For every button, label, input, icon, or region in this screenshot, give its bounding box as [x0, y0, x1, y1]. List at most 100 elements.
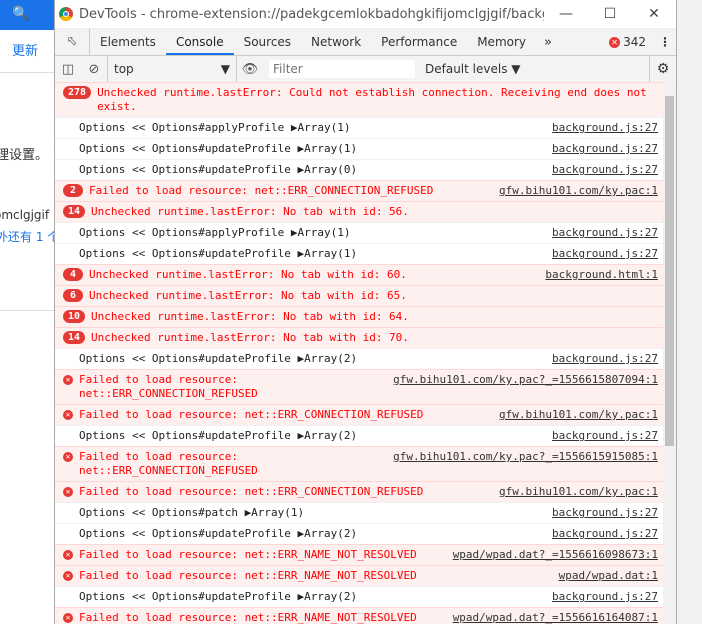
console-scrollbar[interactable] [663, 82, 676, 624]
console-message-text: Unchecked runtime.lastError: No tab with… [91, 205, 409, 218]
tab-console[interactable]: Console [165, 29, 234, 55]
console-error-row[interactable]: ✕ Failed to load resource: net::ERR_CONNE… [55, 446, 664, 481]
source-link[interactable]: background.js:27 [552, 247, 658, 261]
console-message-text: Failed to load resource: net::ERR_CONNEC… [79, 450, 258, 477]
error-icon: ✕ [63, 550, 73, 560]
background-scroll-area [676, 0, 702, 624]
filter-input[interactable] [269, 60, 415, 78]
console-error-row[interactable]: ✕ Failed to load resource: net::ERR_NAME_… [55, 607, 664, 624]
console-message-text: Failed to load resource: net::ERR_CONNEC… [79, 485, 424, 498]
more-tabs-button[interactable]: » [536, 35, 560, 50]
source-link[interactable]: background.js:27 [552, 121, 658, 135]
tab-elements[interactable]: Elements [90, 29, 166, 55]
repeat-count-badge: 278 [63, 86, 92, 99]
source-link[interactable]: wpad/wpad.dat:1 [559, 569, 658, 583]
more-options-icon[interactable]: ⋮ [654, 35, 676, 49]
background-link[interactable]: 外还有 1 个 [0, 228, 59, 245]
sidebar-toggle-icon[interactable]: ◫ [55, 62, 81, 77]
close-button[interactable]: ✕ [632, 6, 676, 22]
source-link[interactable]: wpad/wpad.dat?_=1556616098673:1 [453, 548, 658, 562]
console-message-text: Unchecked runtime.lastError: No tab with… [91, 331, 409, 344]
console-toolbar: ◫ ⊘ top ▼ 👁 Default levels ▼ ⚙ [55, 56, 676, 83]
tab-performance[interactable]: Performance [371, 29, 467, 55]
console-log-row[interactable]: Options << Options#updateProfile ▶Array(… [55, 348, 664, 369]
console-message-text: Unchecked runtime.lastError: No tab with… [89, 268, 407, 281]
source-link[interactable]: gfw.bihu101.com/ky.pac?_=1556615915085:1 [393, 450, 658, 464]
console-message-text: Options << Options#updateProfile ▶Array(… [79, 142, 358, 155]
eye-icon[interactable]: 👁 [237, 62, 263, 77]
console-message-text: Options << Options#updateProfile ▶Array(… [79, 590, 358, 603]
error-count: 342 [623, 35, 646, 49]
scrollbar-thumb[interactable] [665, 96, 674, 446]
console-log-row[interactable]: Options << Options#updateProfile ▶Array(… [55, 243, 664, 264]
console-log-row[interactable]: Options << Options#updateProfile ▶Array(… [55, 523, 664, 544]
source-link[interactable]: background.js:27 [552, 226, 658, 240]
source-link[interactable]: wpad/wpad.dat?_=1556616164087:1 [453, 611, 658, 624]
tab-network[interactable]: Network [301, 29, 371, 55]
source-link[interactable]: gfw.bihu101.com/ky.pac:1 [499, 485, 658, 499]
console-error-row[interactable]: 4 Unchecked runtime.lastError: No tab wit… [55, 264, 664, 285]
inspect-element-icon[interactable]: ⬁ [55, 29, 90, 55]
console-error-row[interactable]: ✕ Failed to load resource: net::ERR_CONNE… [55, 369, 664, 404]
console-log-row[interactable]: Options << Options#updateProfile ▶Array(… [55, 425, 664, 446]
minimize-button[interactable]: — [544, 6, 588, 22]
console-error-row[interactable]: ✕ Failed to load resource: net::ERR_CONNE… [55, 404, 664, 425]
source-link[interactable]: background.js:27 [552, 352, 658, 366]
source-link[interactable]: background.js:27 [552, 590, 658, 604]
source-link[interactable]: gfw.bihu101.com/ky.pac?_=1556615807094:1 [393, 373, 658, 387]
update-link[interactable]: 更新 [12, 40, 38, 59]
search-icon[interactable]: 🔍 [12, 6, 29, 22]
clear-console-icon[interactable]: ⊘ [81, 62, 107, 77]
log-levels-dropdown[interactable]: Default levels ▼ [425, 62, 521, 76]
console-message-text: Unchecked runtime.lastError: No tab with… [89, 289, 407, 302]
console-log-row[interactable]: Options << Options#patch ▶Array(1) backgr… [55, 502, 664, 523]
console-message-text: Options << Options#updateProfile ▶Array(… [79, 247, 358, 260]
background-text: 理设置。 [0, 148, 49, 163]
source-link[interactable]: background.html:1 [545, 268, 658, 282]
console-message-text: Options << Options#updateProfile ▶Array(… [79, 527, 358, 540]
repeat-count-badge: 6 [63, 289, 83, 302]
repeat-count-badge: 10 [63, 310, 86, 323]
source-link[interactable]: background.js:27 [552, 429, 658, 443]
console-error-row[interactable]: ✕ Failed to load resource: net::ERR_CONNE… [55, 481, 664, 502]
console-log-row[interactable]: Options << Options#applyProfile ▶Array(1… [55, 222, 664, 243]
tab-sources[interactable]: Sources [234, 29, 301, 55]
console-error-row[interactable]: 14 Unchecked runtime.lastError: No tab wi… [55, 201, 664, 222]
source-link[interactable]: background.js:27 [552, 163, 658, 177]
repeat-count-badge: 4 [63, 268, 83, 281]
source-link[interactable]: background.js:27 [552, 506, 658, 520]
source-link[interactable]: background.js:27 [552, 527, 658, 541]
gear-icon[interactable]: ⚙ [649, 56, 676, 82]
error-icon: ✕ [609, 36, 621, 48]
console-log-row[interactable]: Options << Options#updateProfile ▶Array(… [55, 159, 664, 180]
console-error-row[interactable]: 2 Failed to load resource: net::ERR_CONNE… [55, 180, 664, 201]
console-message-text: Options << Options#patch ▶Array(1) [79, 506, 305, 519]
console-message-text: Options << Options#applyProfile ▶Array(1… [79, 226, 351, 239]
console-log-row[interactable]: Options << Options#updateProfile ▶Array(… [55, 586, 664, 607]
error-icon: ✕ [63, 487, 73, 497]
console-log-row[interactable]: Options << Options#applyProfile ▶Array(1… [55, 117, 664, 138]
console-error-row[interactable]: 278 Unchecked runtime.lastError: Could no… [55, 82, 664, 117]
error-icon: ✕ [63, 613, 73, 623]
console-error-row[interactable]: 6 Unchecked runtime.lastError: No tab wit… [55, 285, 664, 306]
error-icon: ✕ [63, 410, 73, 420]
console-message-text: Unchecked runtime.lastError: No tab with… [91, 310, 409, 323]
console-error-row[interactable]: 14 Unchecked runtime.lastError: No tab wi… [55, 327, 664, 348]
context-value: top [114, 62, 134, 76]
error-count-badge[interactable]: ✕ 342 [609, 35, 654, 49]
source-link[interactable]: background.js:27 [552, 142, 658, 156]
console-message-text: Unchecked runtime.lastError: Could not e… [97, 86, 654, 113]
source-link[interactable]: gfw.bihu101.com/ky.pac:1 [499, 184, 658, 198]
source-link[interactable]: gfw.bihu101.com/ky.pac:1 [499, 408, 658, 422]
console-error-row[interactable]: 10 Unchecked runtime.lastError: No tab wi… [55, 306, 664, 327]
console-log-row[interactable]: Options << Options#updateProfile ▶Array(… [55, 138, 664, 159]
console-error-row[interactable]: ✕ Failed to load resource: net::ERR_NAME_… [55, 544, 664, 565]
divider [0, 310, 56, 311]
tab-memory[interactable]: Memory [467, 29, 536, 55]
console-message-text: Failed to load resource: net::ERR_NAME_N… [79, 611, 417, 624]
repeat-count-badge: 14 [63, 205, 86, 218]
maximize-button[interactable]: ☐ [588, 6, 632, 22]
error-icon: ✕ [63, 571, 73, 581]
console-error-row[interactable]: ✕ Failed to load resource: net::ERR_NAME_… [55, 565, 664, 586]
context-selector[interactable]: top ▼ [107, 56, 237, 82]
